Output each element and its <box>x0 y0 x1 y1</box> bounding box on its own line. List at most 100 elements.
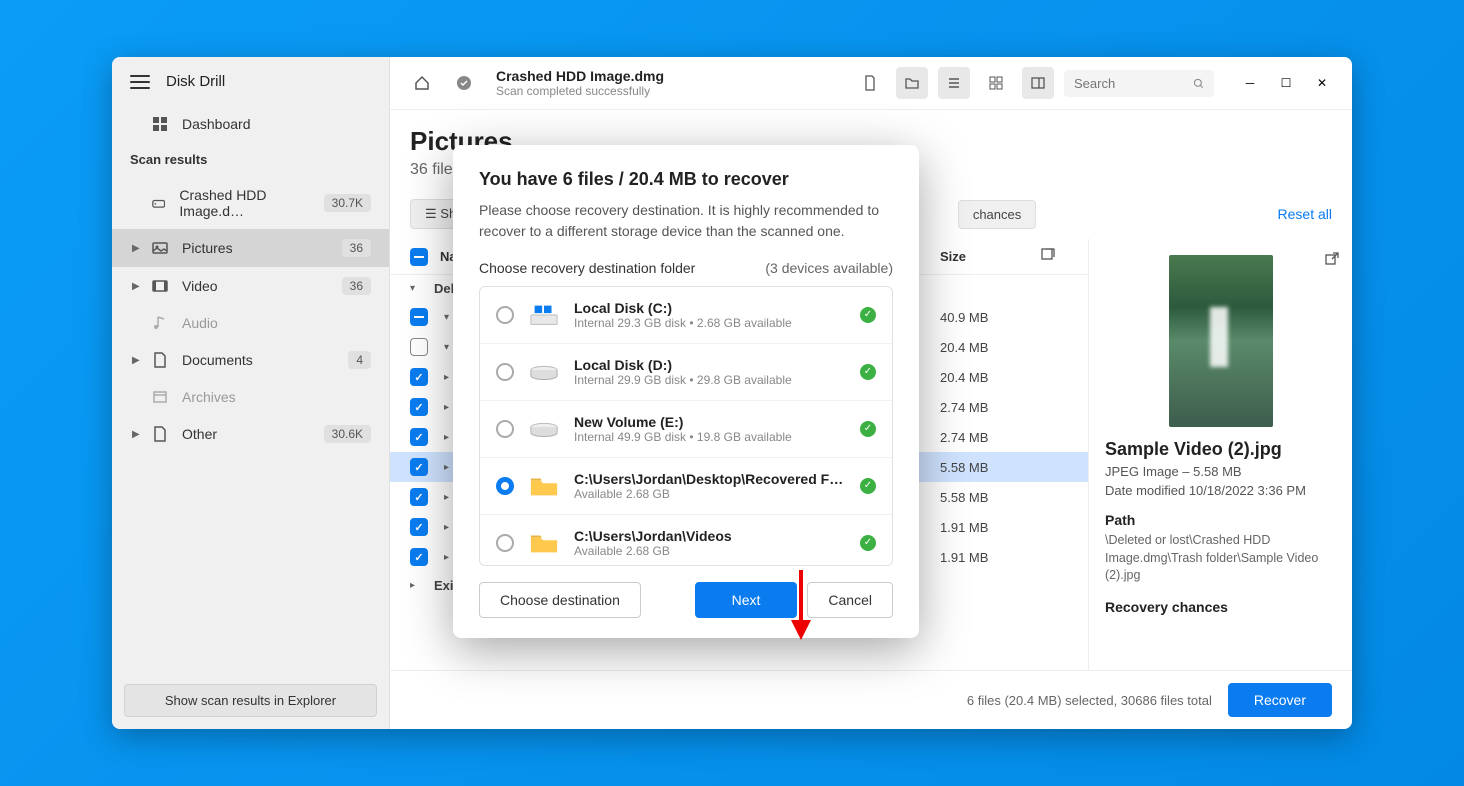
count-badge: 4 <box>348 351 371 369</box>
row-checkbox[interactable] <box>410 398 428 416</box>
minimize-button[interactable]: ─ <box>1236 69 1264 97</box>
sidebar-item-audio[interactable]: Audio <box>112 305 389 341</box>
destination-item[interactable]: New Volume (E:) Internal 49.9 GB disk • … <box>480 401 892 458</box>
radio-button[interactable] <box>496 420 514 438</box>
file-size: 1.91 MB <box>940 520 1040 535</box>
file-icon <box>152 426 168 442</box>
row-checkbox[interactable] <box>410 548 428 566</box>
sidebar-item-label: Video <box>182 278 218 294</box>
file-icon[interactable] <box>854 67 886 99</box>
destination-item[interactable]: C:\Users\Jordan\Videos Available 2.68 GB… <box>480 515 892 566</box>
footer-status: 6 files (20.4 MB) selected, 30686 files … <box>967 693 1212 708</box>
select-all-checkbox[interactable] <box>410 248 428 266</box>
home-icon[interactable] <box>406 67 438 99</box>
radio-button[interactable] <box>496 363 514 381</box>
grid-view-icon[interactable] <box>980 67 1012 99</box>
scan-subtitle: Scan completed successfully <box>496 84 664 98</box>
destination-detail: Internal 29.9 GB disk • 29.8 GB availabl… <box>574 373 846 387</box>
recovery-destination-modal: You have 6 files / 20.4 MB to recover Pl… <box>453 145 919 638</box>
sidebar-item-label: Pictures <box>182 240 233 256</box>
details-panel: Sample Video (2).jpg JPEG Image – 5.58 M… <box>1088 239 1352 670</box>
sidebar-item-other[interactable]: ▶ Other 30.6K <box>112 415 389 453</box>
row-checkbox[interactable] <box>410 518 428 536</box>
close-button[interactable]: ✕ <box>1308 69 1336 97</box>
row-checkbox[interactable] <box>410 458 428 476</box>
sidebar-item-documents[interactable]: ▶ Documents 4 <box>112 341 389 379</box>
check-icon: ✓ <box>860 535 876 551</box>
row-checkbox[interactable] <box>410 428 428 446</box>
folder-view-icon[interactable] <box>896 67 928 99</box>
modal-available: (3 devices available) <box>765 260 893 276</box>
pictures-icon <box>152 240 168 256</box>
folder-icon <box>528 527 560 559</box>
check-icon[interactable] <box>448 67 480 99</box>
maximize-button[interactable]: ☐ <box>1272 69 1300 97</box>
destination-list: Local Disk (C:) Internal 29.3 GB disk • … <box>479 286 893 566</box>
next-button[interactable]: Next <box>695 582 798 618</box>
count-badge: 30.6K <box>324 425 371 443</box>
file-size: 1.91 MB <box>940 550 1040 565</box>
modal-description: Please choose recovery destination. It i… <box>479 200 893 242</box>
chevron-right-icon[interactable]: ▸ <box>410 580 426 591</box>
count-badge: 36 <box>342 239 371 257</box>
row-checkbox[interactable] <box>410 338 428 356</box>
sidebar-item-video[interactable]: ▶ Video 36 <box>112 267 389 305</box>
radio-button[interactable] <box>496 534 514 552</box>
document-icon <box>152 352 168 368</box>
detail-path: \Deleted or lost\Crashed HDD Image.dmg\T… <box>1105 532 1336 585</box>
file-size: 2.74 MB <box>940 430 1040 445</box>
file-size: 5.58 MB <box>940 490 1040 505</box>
row-checkbox[interactable] <box>410 368 428 386</box>
popout-icon[interactable] <box>1040 247 1068 266</box>
drive-icon <box>528 413 560 445</box>
row-checkbox[interactable] <box>410 488 428 506</box>
sidebar-item-archives[interactable]: Archives <box>112 379 389 415</box>
menu-icon[interactable] <box>130 75 150 89</box>
check-icon: ✓ <box>860 307 876 323</box>
destination-name: New Volume (E:) <box>574 414 846 430</box>
archive-icon <box>152 389 168 405</box>
recover-button[interactable]: Recover <box>1228 683 1332 717</box>
destination-item[interactable]: Local Disk (C:) Internal 29.3 GB disk • … <box>480 287 892 344</box>
panel-view-icon[interactable] <box>1022 67 1054 99</box>
search-input[interactable] <box>1074 76 1185 91</box>
sidebar-item-label: Documents <box>182 352 253 368</box>
destination-name: Local Disk (C:) <box>574 300 846 316</box>
preview-image <box>1169 255 1273 427</box>
app-title: Disk Drill <box>166 73 225 90</box>
radio-button[interactable] <box>496 306 514 324</box>
modal-subhead: Choose recovery destination folder <box>479 260 695 276</box>
sidebar-item-pictures[interactable]: ▶ Pictures 36 <box>112 229 389 267</box>
chevron-down-icon[interactable]: ▾ <box>410 283 426 294</box>
check-icon: ✓ <box>860 478 876 494</box>
radio-button[interactable] <box>496 477 514 495</box>
file-size: 5.58 MB <box>940 460 1040 475</box>
list-view-icon[interactable] <box>938 67 970 99</box>
cancel-button[interactable]: Cancel <box>807 582 893 618</box>
scan-title: Crashed HDD Image.dmg <box>496 68 664 84</box>
popout-icon[interactable] <box>1324 251 1340 272</box>
sidebar: Disk Drill Dashboard Scan results Crashe… <box>112 57 390 729</box>
search-box[interactable] <box>1064 70 1214 97</box>
destination-item[interactable]: Local Disk (D:) Internal 29.9 GB disk • … <box>480 344 892 401</box>
destination-name: C:\Users\Jordan\Desktop\Recovered Files <box>574 471 846 487</box>
audio-icon <box>152 315 168 331</box>
show-in-explorer-button[interactable]: Show scan results in Explorer <box>124 684 377 717</box>
chances-filter-button[interactable]: chances <box>958 200 1036 229</box>
row-checkbox[interactable] <box>410 308 428 326</box>
sidebar-item-dashboard[interactable]: Dashboard <box>112 106 389 142</box>
chevron-right-icon: ▶ <box>132 243 140 254</box>
count-badge: 30.7K <box>324 194 371 212</box>
sidebar-item-hdd[interactable]: Crashed HDD Image.d… 30.7K <box>112 177 389 229</box>
chevron-right-icon: ▶ <box>132 355 140 366</box>
folder-icon <box>528 470 560 502</box>
choose-destination-button[interactable]: Choose destination <box>479 582 641 618</box>
destination-item[interactable]: C:\Users\Jordan\Desktop\Recovered Files … <box>480 458 892 515</box>
reset-all-link[interactable]: Reset all <box>1278 206 1332 222</box>
count-badge: 36 <box>342 277 371 295</box>
column-size[interactable]: Size <box>940 249 1040 264</box>
file-size: 2.74 MB <box>940 400 1040 415</box>
sidebar-item-label: Archives <box>182 389 236 405</box>
detail-path-label: Path <box>1105 512 1336 528</box>
drive-icon <box>152 195 165 211</box>
